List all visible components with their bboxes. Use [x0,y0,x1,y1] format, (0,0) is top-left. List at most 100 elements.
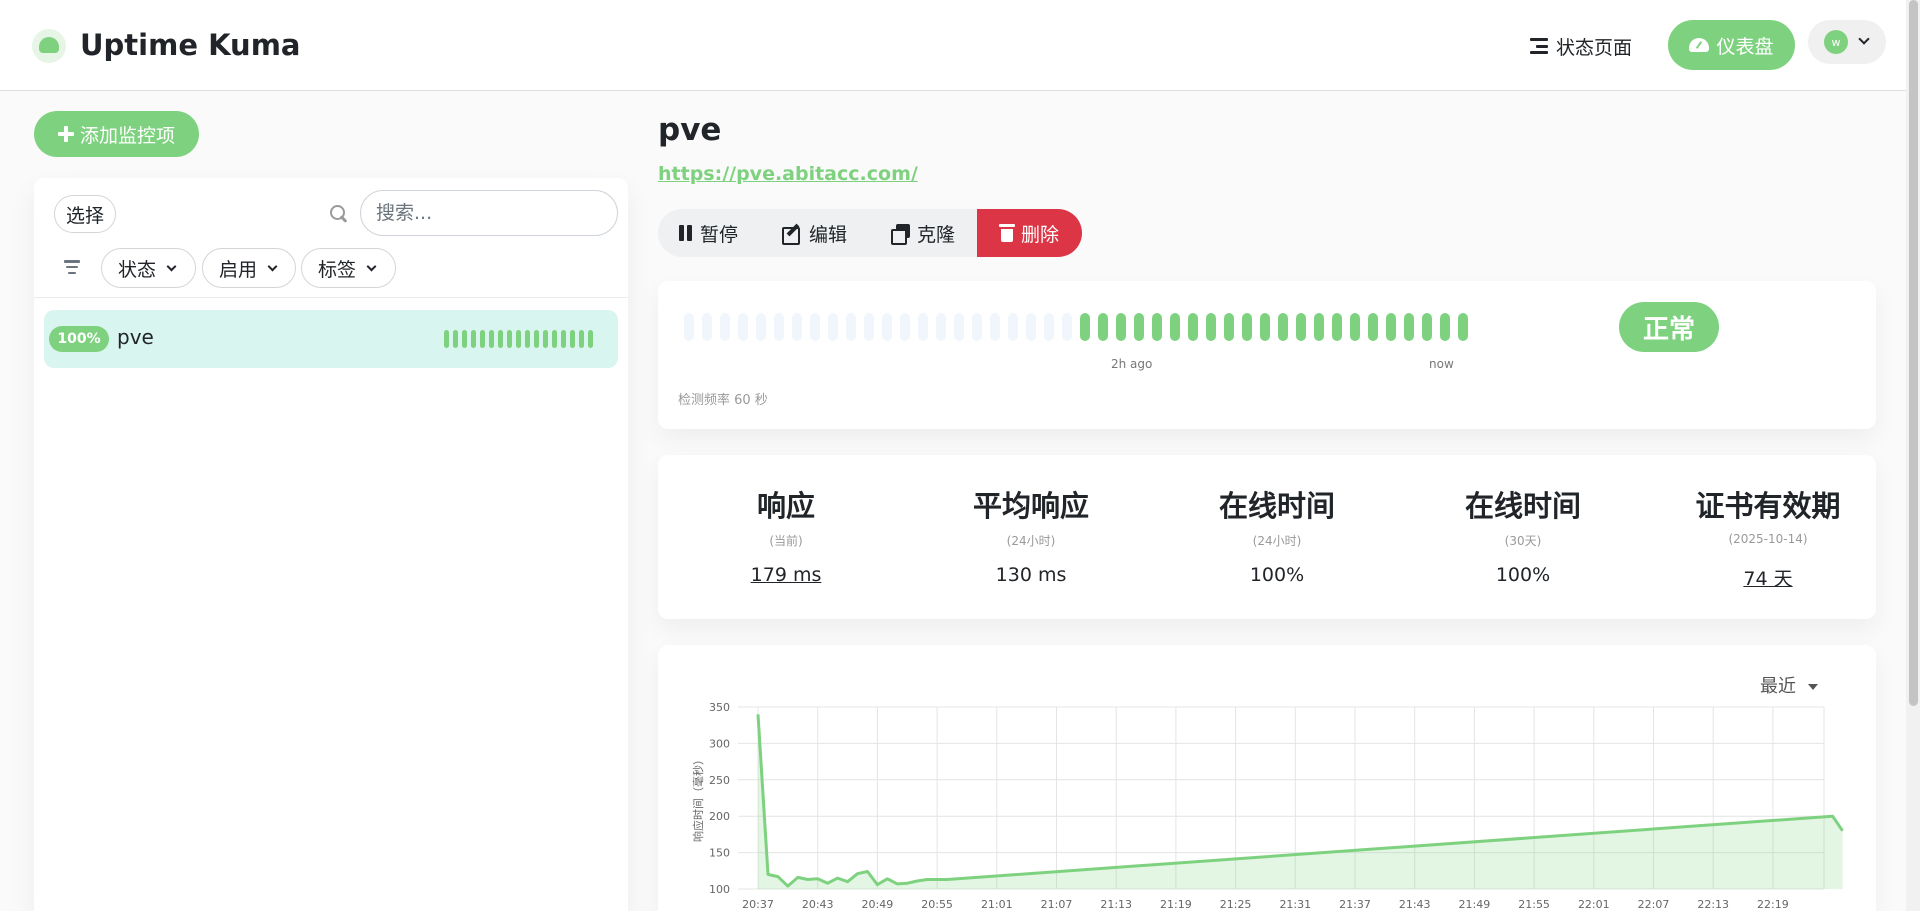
heartbeat-up[interactable] [1260,313,1270,341]
heartbeat-up[interactable] [1350,313,1360,341]
heartbeat-empty[interactable] [846,313,856,341]
monitor-list-item[interactable]: 100% pve [44,310,618,368]
clone-button[interactable]: 克隆 [891,209,955,257]
heartbeat-empty[interactable] [756,313,766,341]
data-point[interactable] [754,710,762,718]
data-point[interactable] [834,874,842,882]
heartbeat-up[interactable] [1224,313,1234,341]
mini-heartbeat [525,330,530,348]
heartbeat-empty[interactable] [990,313,1000,341]
data-point[interactable] [824,879,832,887]
monitor-url-link[interactable]: https://pve.abitacc.com/ [658,163,918,185]
heartbeat-empty[interactable] [900,313,910,341]
filter-tags-button[interactable]: 标签 [301,248,396,288]
data-point[interactable] [883,875,891,883]
heartbeat-up[interactable] [1368,313,1378,341]
heartbeat-empty[interactable] [684,313,694,341]
data-point[interactable] [764,870,772,878]
response-chart-card: 最近 100 150 200 250 300 350 20:37 20:43 20:49 20:5… [658,645,1876,911]
select-button[interactable]: 选择 [54,195,116,233]
heartbeat-empty[interactable] [918,313,928,341]
data-point[interactable] [1839,827,1847,835]
stat-title: 平均响应 [972,489,1089,523]
dashboard-button[interactable]: 仪表盘 [1668,20,1795,70]
pause-button[interactable]: 暂停 [678,209,738,257]
scrollbar-thumb[interactable] [1909,0,1918,706]
data-point[interactable] [923,876,931,884]
edit-button[interactable]: 编辑 [782,209,847,257]
data-point[interactable] [943,876,951,884]
data-point[interactable] [873,881,881,889]
heartbeat-empty[interactable] [810,313,820,341]
scrollbar[interactable] [1906,0,1920,911]
data-point[interactable] [774,873,782,881]
heartbeat-empty[interactable] [774,313,784,341]
mini-heartbeat [516,330,521,348]
chevron-down-icon [366,261,377,271]
heartbeat-up[interactable] [1314,313,1324,341]
app-title[interactable]: Uptime Kuma [80,28,301,62]
stat-subtitle: (30天) [1504,534,1542,548]
heartbeat-up[interactable] [1458,313,1468,341]
heartbeat-up[interactable] [1116,313,1126,341]
monitor-list-panel: 选择 状态 启用 标签 100% pve [34,178,628,911]
add-monitor-button[interactable]: 添加监控项 [34,111,199,157]
heartbeat-up[interactable] [1098,313,1108,341]
heartbeat-empty[interactable] [792,313,802,341]
heartbeat-empty[interactable] [828,313,838,341]
data-point[interactable] [854,870,862,878]
data-point[interactable] [814,875,822,883]
heartbeat-empty[interactable] [864,313,874,341]
delete-button[interactable]: 删除 [977,209,1082,257]
status-page-link[interactable]: 状态页面 [1530,30,1632,62]
heartbeat-up[interactable] [1080,313,1090,341]
filter-status-button[interactable]: 状态 [101,248,196,288]
heartbeat-up[interactable] [1422,313,1432,341]
data-point[interactable] [784,882,792,890]
heartbeat-up[interactable] [1152,313,1162,341]
mini-heartbeat [570,330,575,348]
data-point[interactable] [844,878,852,886]
plus-icon [57,126,74,142]
heartbeat-empty[interactable] [1026,313,1036,341]
x-tick-label: 21:19 [1160,898,1192,911]
heartbeat-up[interactable] [1206,313,1216,341]
heartbeat-up[interactable] [1404,313,1414,341]
filter-icon[interactable] [64,260,80,274]
data-point[interactable] [903,879,911,887]
data-point[interactable] [804,876,812,884]
stat-value-link[interactable]: 74 天 [1645,564,1891,591]
heartbeat-empty[interactable] [1044,313,1054,341]
heartbeat-up[interactable] [1440,313,1450,341]
heartbeat-empty[interactable] [882,313,892,341]
data-point[interactable] [893,880,901,888]
heartbeat-empty[interactable] [720,313,730,341]
heartbeat-empty[interactable] [702,313,712,341]
x-tick-label: 21:37 [1339,898,1371,911]
heartbeat-up[interactable] [1134,313,1144,341]
heartbeat-empty[interactable] [738,313,748,341]
heartbeat-empty[interactable] [972,313,982,341]
heartbeat-up[interactable] [1170,313,1180,341]
stat-value-link[interactable]: 179 ms [663,564,909,586]
data-point[interactable] [863,868,871,876]
filter-active-button[interactable]: 启用 [202,248,296,288]
heartbeat-empty[interactable] [936,313,946,341]
data-point[interactable] [933,876,941,884]
heartbeat-up[interactable] [1332,313,1342,341]
uptime-kuma-logo-icon[interactable] [32,29,66,63]
data-point[interactable] [913,877,921,885]
heartbeat-empty[interactable] [954,313,964,341]
search-input[interactable] [360,190,618,236]
heartbeat-up[interactable] [1242,313,1252,341]
heartbeat-empty[interactable] [1062,313,1072,341]
heartbeat-up[interactable] [1386,313,1396,341]
heartbeat-up[interactable] [1278,313,1288,341]
heartbeat-up[interactable] [1188,313,1198,341]
user-menu-button[interactable]: w [1808,20,1886,64]
stat-subtitle: (当前) [769,534,803,548]
data-point[interactable] [794,873,802,881]
data-point[interactable] [1829,812,1837,820]
heartbeat-up[interactable] [1296,313,1306,341]
heartbeat-empty[interactable] [1008,313,1018,341]
